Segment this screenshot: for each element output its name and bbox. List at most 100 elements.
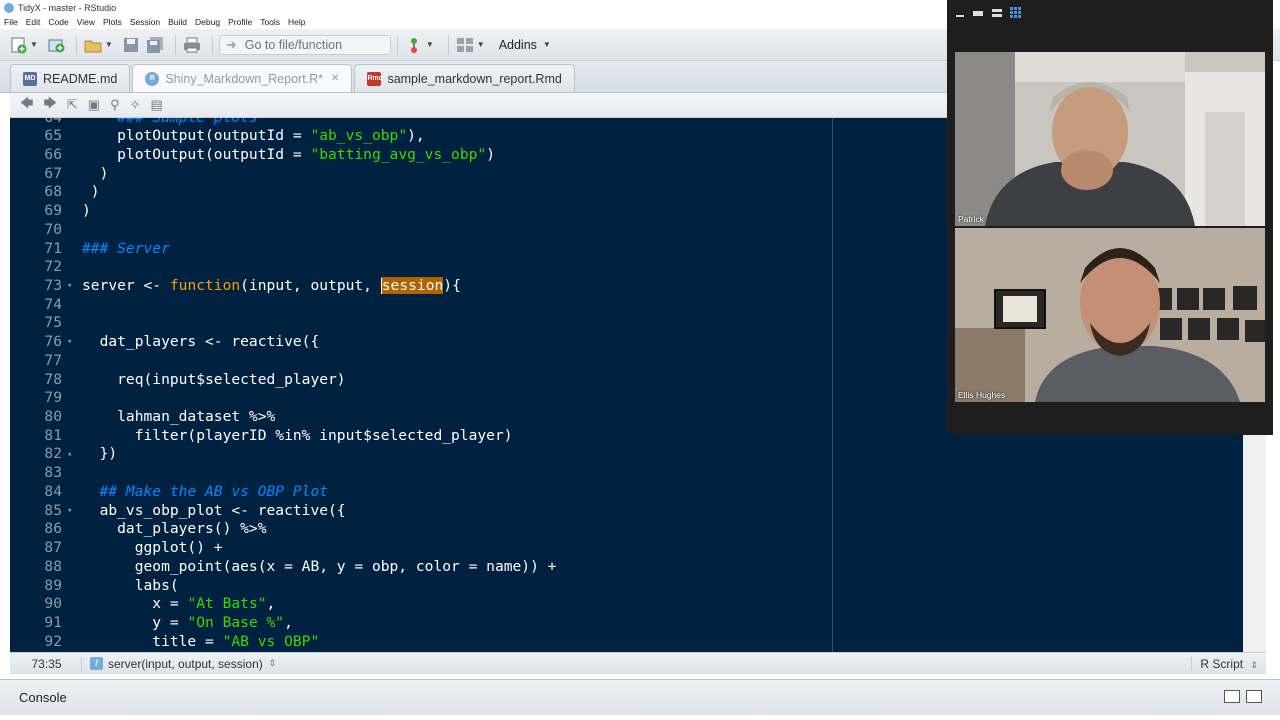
grid-icon xyxy=(456,37,473,52)
line-number: 82 xyxy=(44,445,62,463)
fold-toggle-icon[interactable]: ▾ xyxy=(67,277,72,296)
code-line[interactable]: 84 ## Make the AB vs OBP Plot xyxy=(10,483,1242,502)
code-text: title = "AB vs OBP" xyxy=(82,632,320,650)
git-icon xyxy=(410,37,417,53)
new-project-button[interactable] xyxy=(46,35,66,55)
hide-video-icon[interactable] xyxy=(972,8,984,18)
save-button[interactable] xyxy=(121,35,141,55)
code-line[interactable]: 86 dat_players() %>% xyxy=(10,520,1242,539)
video-call-toolbar xyxy=(947,0,1273,25)
menu-build[interactable]: Build xyxy=(168,17,187,27)
save-all-button[interactable] xyxy=(145,35,165,55)
menu-code[interactable]: Code xyxy=(48,17,68,27)
participant-video xyxy=(955,52,1265,226)
line-number: 83 xyxy=(44,464,62,482)
fold-toggle-icon[interactable]: ▾ xyxy=(67,333,72,352)
code-line[interactable]: 87 ggplot() + xyxy=(10,539,1242,558)
print-button[interactable] xyxy=(182,35,202,55)
save-icon xyxy=(123,37,138,52)
code-text: ) xyxy=(82,164,109,182)
code-text: ggplot() + xyxy=(82,539,223,557)
new-file-button[interactable] xyxy=(8,35,28,55)
code-line[interactable]: 91 y = "On Base %", xyxy=(10,614,1242,633)
participant-video-tile[interactable]: Patrick xyxy=(955,52,1265,226)
open-file-caret-icon[interactable]: ▼ xyxy=(105,40,113,49)
editor-tab-bar: MD README.md R Shiny_Markdown_Report.R* … xyxy=(0,61,947,93)
menu-profile[interactable]: Profile xyxy=(228,17,252,27)
gallery-view-icon[interactable] xyxy=(1010,6,1022,19)
menu-help[interactable]: Help xyxy=(288,17,305,27)
code-text: dat_players <- reactive({ xyxy=(82,333,320,351)
minimize-icon[interactable] xyxy=(955,8,965,18)
file-type-selector[interactable]: R Script ⇕ xyxy=(1191,656,1258,671)
menu-edit[interactable]: Edit xyxy=(26,17,41,27)
code-text: ab_vs_obp_plot <- reactive({ xyxy=(82,501,346,519)
line-number: 77 xyxy=(44,351,62,369)
tab-readme[interactable]: MD README.md xyxy=(10,64,131,92)
line-number: 72 xyxy=(44,258,62,276)
code-line[interactable]: 89 labs( xyxy=(10,577,1242,596)
file-type-caret-icon: ⇕ xyxy=(1250,659,1258,670)
code-text: ## Make the AB vs OBP Plot xyxy=(99,482,329,500)
code-text: }) xyxy=(82,445,118,463)
line-number: 81 xyxy=(44,426,62,444)
code-text: server <- function(input, output, sessio… xyxy=(82,276,461,294)
menu-plots[interactable]: Plots xyxy=(103,17,122,27)
addins-caret-icon[interactable]: ▼ xyxy=(543,40,551,49)
code-line[interactable]: 83 xyxy=(10,464,1242,483)
line-number: 86 xyxy=(44,520,62,538)
forward-arrow-icon[interactable]: 🡆 xyxy=(43,94,56,116)
open-file-button[interactable] xyxy=(83,35,103,55)
line-number: 87 xyxy=(44,539,62,557)
line-number: 66 xyxy=(44,145,62,163)
restore-pane-icon[interactable] xyxy=(1224,690,1240,703)
go-to-file-placeholder: Go to file/function xyxy=(244,37,343,52)
code-line[interactable]: 92 title = "AB vs OBP" xyxy=(10,633,1242,652)
folder-icon xyxy=(84,40,102,52)
magic-wand-icon[interactable]: ✧ xyxy=(130,97,141,113)
fold-toggle-icon[interactable]: ▴ xyxy=(67,445,72,464)
code-text: x = "At Bats", xyxy=(82,595,276,613)
participant-video-tile[interactable]: Ellis Hughes xyxy=(955,228,1265,402)
line-number: 69 xyxy=(44,202,62,220)
addins-menu[interactable]: Addins xyxy=(499,38,537,52)
version-control-caret-icon[interactable]: ▼ xyxy=(426,40,434,49)
save-icon[interactable]: ▣ xyxy=(88,97,100,113)
search-icon[interactable]: ⚲ xyxy=(110,97,120,113)
window-title: TidyX - master - RStudio xyxy=(18,2,117,13)
line-number: 91 xyxy=(44,613,62,631)
editor-toolbar: 🡄 🡆 ⇱ ▣ ⚲ ✧ ▤ xyxy=(10,93,947,118)
menu-tools[interactable]: Tools xyxy=(260,17,280,27)
function-navigator[interactable]: f server(input, output, session) ⇕ xyxy=(90,657,276,671)
menu-debug[interactable]: Debug xyxy=(195,17,220,27)
fold-toggle-icon[interactable]: ▾ xyxy=(67,502,72,521)
code-line[interactable]: 82 ▴ }) xyxy=(10,445,1242,464)
speaker-view-icon[interactable] xyxy=(991,8,1003,18)
rmarkdown-icon: Rmd xyxy=(367,71,383,86)
back-arrow-icon[interactable]: 🡄 xyxy=(20,94,33,116)
menu-view[interactable]: View xyxy=(77,17,95,27)
code-line[interactable]: 85 ▾ ab_vs_obp_plot <- reactive({ xyxy=(10,502,1242,521)
line-number: 73 xyxy=(44,276,62,294)
console-pane-header[interactable]: Console xyxy=(0,679,1280,715)
menu-session[interactable]: Session xyxy=(130,17,160,27)
maximize-pane-icon[interactable] xyxy=(1246,690,1262,703)
show-in-window-icon[interactable]: ⇱ xyxy=(67,97,78,113)
code-text: ### Server xyxy=(82,239,170,257)
go-to-file-input[interactable]: ➜ Go to file/function xyxy=(218,34,391,55)
workspace-panes-caret-icon[interactable]: ▼ xyxy=(477,40,485,49)
tab-label: Shiny_Markdown_Report.R* xyxy=(165,71,324,86)
close-tab-icon[interactable]: ✕ xyxy=(331,73,339,84)
version-control-button[interactable] xyxy=(404,35,424,55)
line-number: 70 xyxy=(44,220,62,238)
new-file-caret-icon[interactable]: ▼ xyxy=(30,40,38,49)
toolbar-separator xyxy=(447,34,449,55)
tab-sample-markdown-report[interactable]: Rmd sample_markdown_report.Rmd xyxy=(354,64,575,92)
compile-report-icon[interactable]: ▤ xyxy=(151,97,163,113)
code-line[interactable]: 90 x = "At Bats", xyxy=(10,595,1242,614)
workspace-panes-button[interactable] xyxy=(455,35,475,55)
menu-file[interactable]: File xyxy=(4,17,18,27)
tab-shiny-markdown-report[interactable]: R Shiny_Markdown_Report.R* ✕ xyxy=(132,64,353,92)
new-file-icon xyxy=(11,37,27,53)
code-line[interactable]: 88 geom_point(aes(x = AB, y = obp, color… xyxy=(10,558,1242,577)
